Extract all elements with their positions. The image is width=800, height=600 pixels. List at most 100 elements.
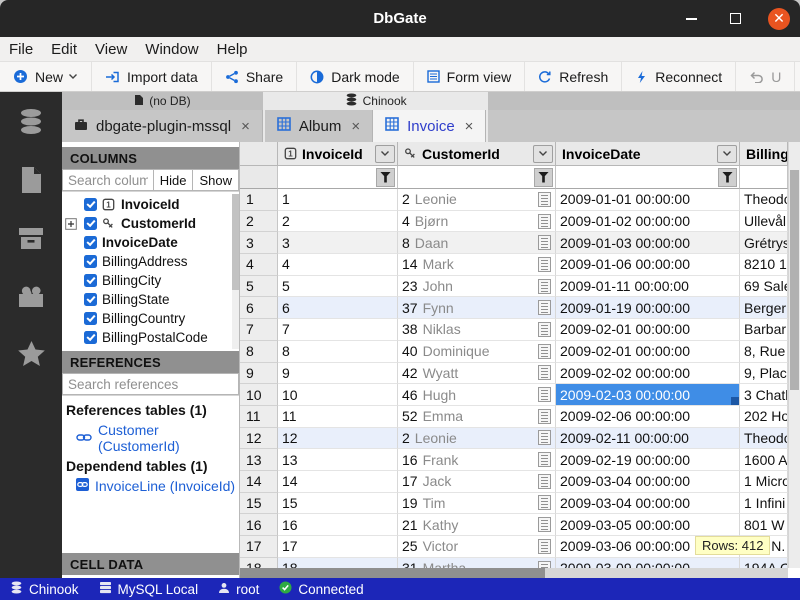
invoice-id-cell[interactable]: 11 (278, 406, 398, 428)
sidebar-item-database[interactable] (17, 108, 45, 136)
filter-input-billinga[interactable] (742, 168, 785, 187)
invoice-date-cell[interactable]: 2009-03-09 00:00:00 (556, 558, 740, 568)
billing-address-cell[interactable]: 8210 1 (740, 254, 788, 276)
toolbar-button-share[interactable]: Share (212, 62, 297, 91)
invoice-id-cell[interactable]: 9 (278, 363, 398, 385)
filter-input-invoiceid[interactable] (280, 168, 376, 187)
row-number-cell[interactable]: 1 (240, 189, 278, 211)
customer-id-cell[interactable]: 31 Martha (398, 558, 556, 568)
customer-id-cell[interactable]: 4 Bjørn (398, 211, 556, 233)
menu-view[interactable]: View (86, 37, 136, 61)
billing-address-cell[interactable]: 1 Micro (740, 471, 788, 493)
column-dropdown-button[interactable] (533, 145, 553, 163)
sidebar-item-plugins[interactable] (17, 282, 45, 310)
hide-columns-button[interactable]: Hide (154, 169, 194, 191)
reference-link[interactable]: Customer (CustomerId) (64, 420, 239, 456)
billing-address-cell[interactable]: 194A C (740, 558, 788, 568)
row-number-cell[interactable]: 5 (240, 276, 278, 298)
filter-input-customerid[interactable] (400, 168, 534, 187)
invoice-id-cell[interactable]: 1 (278, 189, 398, 211)
billing-address-cell[interactable]: Ullevål (740, 211, 788, 233)
minimize-button[interactable] (680, 8, 702, 30)
tab-group-label[interactable]: (no DB) (62, 92, 263, 110)
tab-close-icon[interactable]: × (351, 118, 360, 135)
customer-id-cell[interactable]: 8 Daan (398, 232, 556, 254)
column-item-billingstate[interactable]: BillingState (62, 290, 239, 309)
sidebar-item-favorites[interactable] (17, 340, 45, 368)
column-header-invoicedate[interactable]: InvoiceDate (556, 142, 740, 166)
column-header-invoiceid[interactable]: 1InvoiceId (278, 142, 398, 166)
toolbar-button-reconnect[interactable]: Reconnect (622, 62, 736, 91)
customer-id-cell[interactable]: 2 Leonie (398, 189, 556, 211)
column-item-invoiceid[interactable]: 1 InvoiceId (62, 195, 239, 214)
invoice-date-cell[interactable]: 2009-03-04 00:00:00 (556, 471, 740, 493)
billing-address-cell[interactable]: 1600 A (740, 449, 788, 471)
customer-id-cell[interactable]: 2 Leonie (398, 428, 556, 450)
column-item-billingpostalcode[interactable]: BillingPostalCode (62, 328, 239, 347)
close-button[interactable]: ✕ (768, 8, 790, 30)
invoice-id-cell[interactable]: 8 (278, 341, 398, 363)
invoice-date-cell[interactable]: 2009-01-06 00:00:00 (556, 254, 740, 276)
invoice-date-cell[interactable]: 2009-02-06 00:00:00 (556, 406, 740, 428)
invoice-date-cell[interactable]: 2009-01-02 00:00:00 (556, 211, 740, 233)
row-number-cell[interactable]: 7 (240, 319, 278, 341)
reference-link[interactable]: InvoiceLine (InvoiceId) (64, 476, 239, 496)
tab-group-label[interactable]: Chinook (265, 92, 487, 110)
invoice-id-cell[interactable]: 16 (278, 514, 398, 536)
invoice-id-cell[interactable]: 12 (278, 428, 398, 450)
customer-id-cell[interactable]: 46 Hugh (398, 384, 556, 406)
row-number-cell[interactable]: 13 (240, 449, 278, 471)
row-number-cell[interactable]: 15 (240, 493, 278, 515)
column-checkbox[interactable] (84, 331, 97, 344)
column-item-billingcity[interactable]: BillingCity (62, 271, 239, 290)
filter-funnel-button[interactable] (534, 168, 553, 187)
grid-horizontal-scrollbar[interactable] (240, 568, 788, 578)
column-item-customerid[interactable]: CustomerId (62, 214, 239, 233)
customer-id-cell[interactable]: 37 Fynn (398, 297, 556, 319)
invoice-id-cell[interactable]: 14 (278, 471, 398, 493)
billing-address-cell[interactable]: Theodo (740, 428, 788, 450)
customer-id-cell[interactable]: 23 John (398, 276, 556, 298)
customer-id-cell[interactable]: 25 Victor (398, 536, 556, 558)
invoice-id-cell[interactable]: 5 (278, 276, 398, 298)
invoice-date-cell[interactable]: 2009-02-11 00:00:00 (556, 428, 740, 450)
invoice-id-cell[interactable]: 18 (278, 558, 398, 568)
toolbar-button-form-view[interactable]: Form view (414, 62, 526, 91)
tab-album[interactable]: Album × (265, 110, 373, 142)
column-item-billingaddress[interactable]: BillingAddress (62, 252, 239, 271)
column-dropdown-button[interactable] (375, 145, 395, 163)
invoice-id-cell[interactable]: 6 (278, 297, 398, 319)
billing-address-cell[interactable]: 801 W (740, 514, 788, 536)
search-columns-input[interactable] (62, 169, 154, 191)
show-columns-button[interactable]: Show (193, 169, 239, 191)
column-header-billinga[interactable]: BillingA (740, 142, 788, 166)
billing-address-cell[interactable]: Berger (740, 297, 788, 319)
invoice-date-cell[interactable]: 2009-03-04 00:00:00 (556, 493, 740, 515)
row-number-cell[interactable]: 16 (240, 514, 278, 536)
row-number-cell[interactable]: 10 (240, 384, 278, 406)
invoice-date-cell[interactable]: 2009-01-11 00:00:00 (556, 276, 740, 298)
tab-close-icon[interactable]: × (241, 118, 250, 135)
column-dropdown-button[interactable] (717, 145, 737, 163)
invoice-id-cell[interactable]: 7 (278, 319, 398, 341)
invoice-id-cell[interactable]: 10 (278, 384, 398, 406)
billing-address-cell[interactable]: 8, Rue (740, 341, 788, 363)
toolbar-button-refresh[interactable]: Refresh (525, 62, 622, 91)
invoice-id-cell[interactable]: 3 (278, 232, 398, 254)
billing-address-cell[interactable]: 69 Sale (740, 276, 788, 298)
customer-id-cell[interactable]: 17 Jack (398, 471, 556, 493)
tab-invoice[interactable]: Invoice × (373, 110, 486, 142)
row-number-cell[interactable]: 18 (240, 558, 278, 568)
row-number-cell[interactable]: 17 (240, 536, 278, 558)
billing-address-cell[interactable]: Barbar (740, 319, 788, 341)
customer-id-cell[interactable]: 38 Niklas (398, 319, 556, 341)
column-checkbox[interactable] (84, 198, 97, 211)
sidebar-item-files[interactable] (17, 166, 45, 194)
row-number-cell[interactable]: 2 (240, 211, 278, 233)
invoice-date-cell[interactable]: 2009-02-02 00:00:00 (556, 363, 740, 385)
customer-id-cell[interactable]: 14 Mark (398, 254, 556, 276)
invoice-id-cell[interactable]: 13 (278, 449, 398, 471)
invoice-date-cell[interactable]: 2009-01-03 00:00:00 (556, 232, 740, 254)
toolbar-button-u[interactable]: U (736, 62, 795, 91)
row-number-cell[interactable]: 9 (240, 363, 278, 385)
